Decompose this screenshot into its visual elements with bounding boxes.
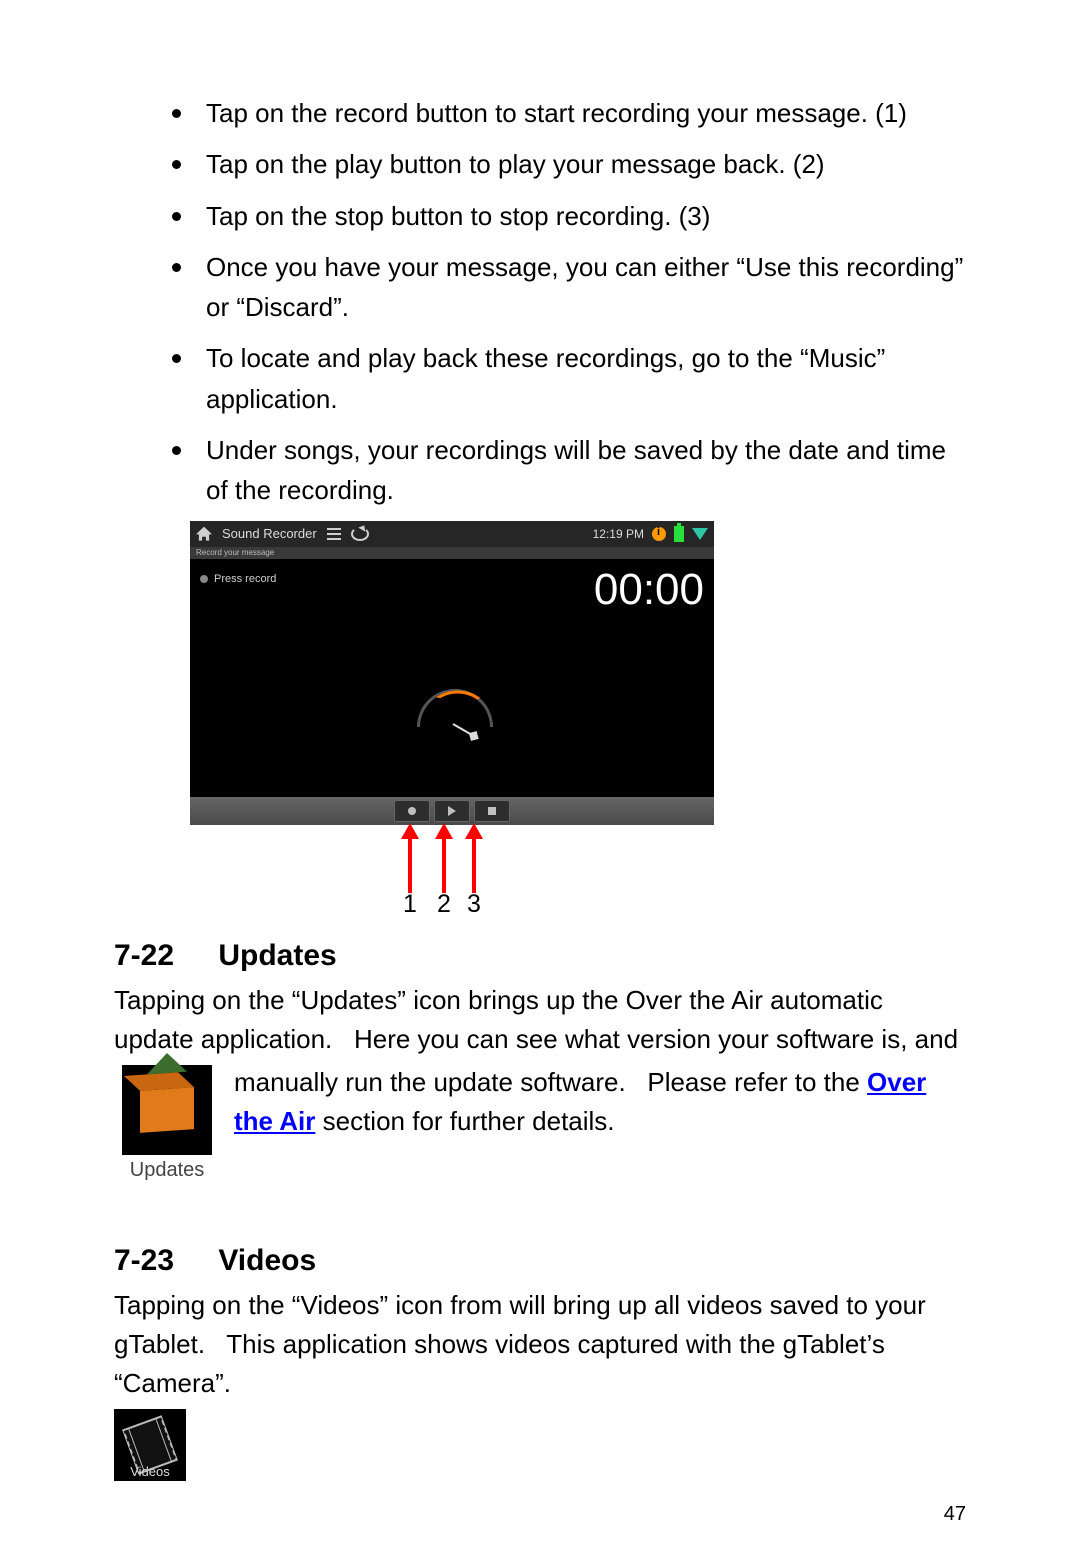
list-item: Tap on the stop button to stop recording… <box>196 193 966 236</box>
section-7-22-heading: 7-22 Updates <box>114 939 966 973</box>
section-7-23-heading: 7-23 Videos <box>114 1244 966 1278</box>
text-span: manually run the update software. Please… <box>234 1067 867 1097</box>
list-item: To locate and play back these recordings… <box>196 335 966 419</box>
arrow-label: 1 <box>403 890 417 919</box>
timer-display: 00:00 <box>594 565 704 615</box>
callout-arrows: 1 2 3 <box>190 829 714 919</box>
section-7-23-para: Tapping on the “Videos” icon from will b… <box>114 1286 966 1403</box>
page-number: 47 <box>944 1503 966 1526</box>
vu-meter-icon <box>402 689 502 739</box>
press-record-label: Press record <box>214 573 276 585</box>
clock-label: 12:19 PM <box>593 527 644 541</box>
arrow-label: 2 <box>437 890 451 919</box>
record-button[interactable] <box>394 800 430 822</box>
section-number: 7-22 <box>114 939 210 973</box>
battery-icon <box>674 526 684 542</box>
videos-icon: Videos <box>114 1409 186 1481</box>
info-status-icon <box>652 527 666 541</box>
list-item: Under songs, your recordings will be sav… <box>196 427 966 511</box>
stop-icon <box>488 807 496 815</box>
back-icon <box>351 527 369 541</box>
arrow-label: 3 <box>467 890 481 919</box>
app-title: Sound Recorder <box>222 526 317 541</box>
section-title: Videos <box>218 1244 316 1277</box>
section-title: Updates <box>218 939 336 972</box>
text-span: section for further details. <box>315 1106 614 1136</box>
section-number: 7-23 <box>114 1244 210 1278</box>
list-item: Once you have your message, you can eith… <box>196 244 966 328</box>
sub-header: Record your message <box>190 547 714 559</box>
sound-recorder-figure: Sound Recorder 12:19 PM Record your mess… <box>190 521 714 919</box>
wifi-icon <box>692 528 708 540</box>
home-icon <box>196 527 212 541</box>
section-7-22-para1: Tapping on the “Updates” icon brings up … <box>114 981 966 1059</box>
titlebar: Sound Recorder 12:19 PM <box>190 521 714 547</box>
record-dot-icon <box>408 807 416 815</box>
press-record-row: Press record <box>200 573 276 585</box>
arrow-icon <box>472 837 476 893</box>
menu-icon <box>327 528 341 540</box>
list-item: Tap on the play button to play your mess… <box>196 141 966 184</box>
arrow-icon <box>442 837 446 893</box>
sound-recorder-screenshot: Sound Recorder 12:19 PM Record your mess… <box>190 521 714 825</box>
arrow-icon <box>408 837 412 893</box>
play-button[interactable] <box>434 800 470 822</box>
videos-app-icon-block: Videos <box>114 1409 186 1481</box>
videos-icon-label: Videos <box>114 1464 186 1479</box>
updates-icon <box>122 1065 212 1155</box>
stop-button[interactable] <box>474 800 510 822</box>
section-7-22-para2: manually run the update software. Please… <box>114 1063 966 1141</box>
recorder-instructions-list: Tap on the record button to start record… <box>114 90 966 511</box>
recorder-button-bar <box>190 797 714 825</box>
list-item: Tap on the record button to start record… <box>196 90 966 133</box>
updates-app-icon-block: Updates <box>114 1065 220 1182</box>
updates-icon-label: Updates <box>114 1159 220 1182</box>
play-icon <box>448 806 456 816</box>
record-indicator-icon <box>200 575 208 583</box>
